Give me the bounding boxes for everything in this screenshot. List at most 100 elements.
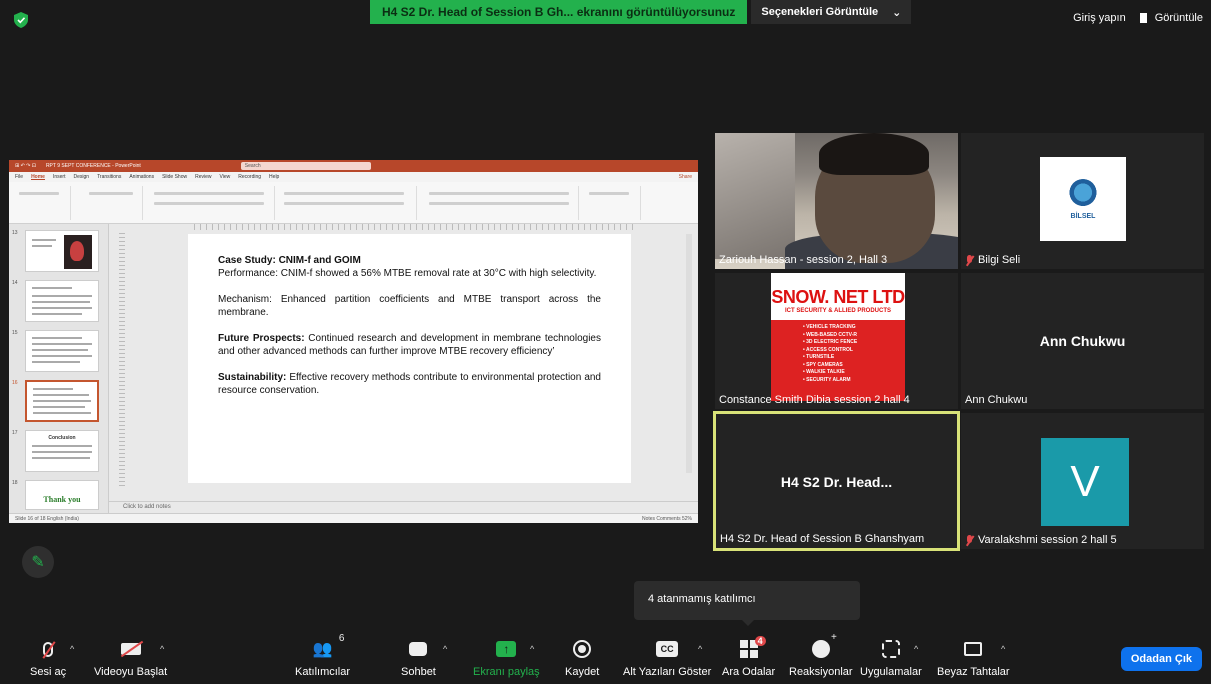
ppt-search: Search [240, 162, 371, 170]
participant-name-text: Constance Smith Dibia session 2 hall 4 [719, 394, 910, 406]
flyer-title: SNOW. NET LTD [771, 273, 905, 308]
slide-thumbnail [25, 280, 99, 322]
participant-name: Bilgi Seli [965, 254, 1020, 266]
thumb-line [33, 412, 91, 414]
ppt-status-right: Notes Comments 52% [641, 516, 692, 522]
thumb-number: 18 [12, 480, 18, 486]
flyer-subtitle: ICT SECURITY & ALLIED PRODUCTS [771, 308, 905, 320]
reactions-label: Reaksiyonlar [789, 666, 853, 678]
meeting-toolbar: Sesi aç ^ Videoyu Başlat ^ 👥 6 Katılımcıl… [0, 630, 1211, 684]
apps-options-caret[interactable]: ^ [914, 644, 918, 654]
start-video-label: Videoyu Başlat [94, 666, 168, 678]
ribbon-line [589, 192, 629, 195]
thumb-line [32, 239, 56, 241]
ribbon-line [429, 202, 569, 205]
ppt-menu-animations: Animations [129, 174, 155, 180]
thumb-line [33, 394, 89, 396]
video-tile[interactable]: Ann Chukwu Ann Chukwu [961, 273, 1204, 409]
zoom-window: H4 S2 Dr. Head of Session B Gh... ekranı… [0, 0, 1211, 684]
participants-icon: 👥 6 [312, 633, 345, 658]
view-options-label: Seçenekleri Görüntüle [761, 6, 879, 18]
reactions-icon [811, 632, 837, 658]
camera-off-icon [120, 643, 141, 655]
thumb-image [64, 235, 92, 269]
participant-display-name: H4 S2 Dr. Head... [780, 474, 893, 490]
record-button[interactable]: Kaydet [565, 638, 599, 678]
ppt-menu-transitions: Transitions [97, 174, 122, 180]
flyer-item: SECURITY ALARM [803, 377, 905, 385]
ppt-ribbon [9, 182, 698, 224]
avatar: V [1041, 438, 1129, 526]
participant-name-text: Bilgi Seli [978, 254, 1021, 266]
slide-paragraph: Future Prospects: Continued research and… [218, 332, 601, 358]
video-tile[interactable]: BİLSEL Bilgi Seli [961, 133, 1204, 269]
thumb-line [32, 355, 92, 357]
thumb-line [32, 457, 90, 459]
chat-options-caret[interactable]: ^ [443, 644, 447, 654]
share-options-caret[interactable]: ^ [530, 644, 534, 654]
ppt-title: RPT 9 SEPT CONFERENCE - PowerPoint [45, 163, 141, 169]
thumb-line [32, 307, 92, 309]
unmute-button[interactable]: Sesi aç [30, 638, 66, 678]
chat-button[interactable]: Sohbet [401, 638, 436, 678]
video-tile[interactable]: SNOW. NET LTD ICT SECURITY & ALLIED PROD… [715, 273, 958, 409]
captions-icon: CC [656, 641, 679, 657]
thumb-number: 15 [12, 330, 18, 336]
view-options-button[interactable]: Seçenekleri Görüntüle ⌄ [751, 0, 912, 24]
flyer-item: SPY CAMERAS [803, 362, 905, 370]
video-tile[interactable]: Zariouh Hassan - session 2, Hall 3 [715, 133, 958, 269]
reactions-button[interactable]: Reaksiyonlar [789, 632, 853, 678]
thumb-line [32, 445, 92, 447]
ribbon-line [284, 202, 404, 205]
sign-in-link[interactable]: Giriş yapın [1073, 12, 1126, 24]
slide-paragraph: Case Study: CNIM-f and GOIM Performance:… [218, 254, 601, 280]
audio-options-caret[interactable]: ^ [70, 644, 74, 654]
record-label: Kaydet [565, 666, 600, 678]
grid-view-icon [1139, 13, 1150, 23]
slide-text: Mechanism: Enhanced partition coefficien… [218, 294, 601, 318]
ppt-menu-review: Review [195, 174, 212, 180]
unassigned-participants-tooltip: 4 atanmamış katılımcı [634, 581, 860, 626]
ppt-menu-help: Help [269, 174, 280, 180]
ribbon-line [429, 192, 569, 195]
thumb-line [32, 337, 82, 339]
thumb-line [32, 361, 80, 363]
ppt-menu-home: Home [31, 174, 45, 180]
captions-options-caret[interactable]: ^ [698, 644, 702, 654]
whiteboards-button[interactable]: Beyaz Tahtalar [937, 638, 1010, 678]
ppt-menu-slideshow: Slide Show [162, 174, 188, 180]
thumb-line [32, 451, 92, 453]
slide-thumbnail: Thank you [25, 480, 99, 510]
participants-button[interactable]: 👥 6 Katılımcılar [295, 633, 350, 678]
ribbon-line [154, 192, 264, 195]
slide-thumbnail [25, 230, 99, 272]
thumb-line [33, 406, 85, 408]
slide-heading: Sustainability: [218, 372, 287, 383]
thumb-title: Conclusion [48, 435, 76, 441]
view-button[interactable]: Görüntüle [1139, 12, 1203, 24]
annotate-pencil-button[interactable]: ✎ [22, 546, 54, 578]
ribbon-line [89, 192, 133, 195]
microphone-muted-icon [43, 641, 54, 657]
leave-button[interactable]: Odadan Çık [1120, 647, 1202, 671]
record-icon [573, 640, 592, 658]
whiteboard-options-caret[interactable]: ^ [1001, 644, 1005, 654]
participant-name: Varalakshmi session 2 hall 5 [965, 534, 1117, 546]
mic-muted-icon [965, 254, 974, 266]
ribbon-line [284, 192, 404, 195]
shield-icon[interactable] [14, 12, 28, 28]
thumb-line [32, 295, 92, 297]
apps-button[interactable]: Uygulamalar [860, 638, 922, 678]
thumb-number: 13 [12, 230, 18, 236]
flyer-item: TURNSTILE [803, 354, 905, 362]
vertical-ruler [119, 230, 125, 487]
video-tile[interactable]: V Varalakshmi session 2 hall 5 [961, 413, 1204, 549]
camera-feed [715, 133, 958, 269]
breakout-rooms-label: Ara Odalar [722, 666, 776, 678]
active-speaker-tile[interactable]: H4 S2 Dr. Head... H4 S2 Dr. Head of Sess… [713, 411, 960, 551]
video-options-caret[interactable]: ^ [160, 644, 164, 654]
breakout-rooms-button[interactable]: 4 Ara Odalar [722, 636, 776, 678]
notes-pane: Click to add notes [109, 501, 698, 513]
start-video-button[interactable]: Videoyu Başlat [94, 638, 167, 678]
camera-background [715, 133, 795, 259]
